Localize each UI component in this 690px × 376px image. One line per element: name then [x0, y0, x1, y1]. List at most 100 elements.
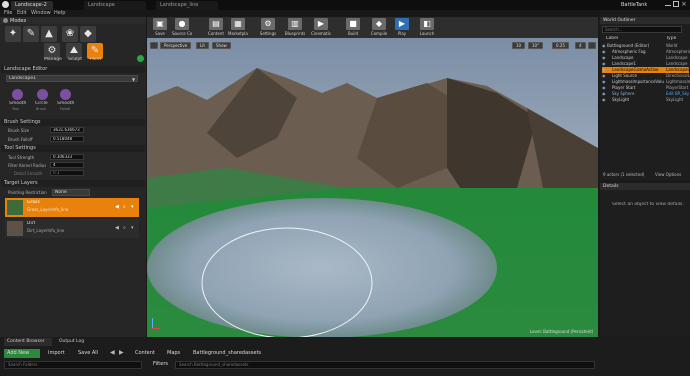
- search-folders-input[interactable]: Search Folders: [4, 361, 142, 369]
- path-content[interactable]: Content: [132, 349, 158, 358]
- save-button[interactable]: ▣ Save: [150, 17, 170, 38]
- content-button[interactable]: ▤ Content: [206, 17, 226, 38]
- circle-brush-icon[interactable]: [37, 89, 48, 100]
- close-icon[interactable]: ×: [681, 0, 687, 8]
- path-folder[interactable]: Battleground_sharedassets: [190, 349, 264, 358]
- landscape-mode-icon[interactable]: ▲: [41, 26, 57, 42]
- geometry-mode-icon[interactable]: ◆: [80, 26, 96, 42]
- maximize-viewport-icon[interactable]: [588, 42, 596, 49]
- toolbar-label: Launch: [419, 31, 435, 36]
- brush-settings-header[interactable]: Brush Settings: [1, 119, 145, 126]
- grass-options-icon[interactable]: ▾: [131, 204, 134, 210]
- grid-snap-value[interactable]: 10: [512, 42, 526, 49]
- camera-speed-value[interactable]: 4: [575, 42, 586, 49]
- menu-bar: [0, 10, 600, 17]
- brush-size-field[interactable]: 3631.636673: [50, 127, 84, 133]
- paint-mode-icon[interactable]: ✎: [23, 26, 39, 42]
- landscape-select[interactable]: Landscape1: [6, 75, 138, 82]
- tool-strength-field[interactable]: 0.306333: [50, 154, 84, 160]
- toolbar-label: Blueprints: [285, 31, 305, 36]
- grass-thumbnail: [7, 200, 23, 215]
- menu-window[interactable]: Window: [31, 10, 51, 17]
- import-button[interactable]: Import: [45, 349, 71, 358]
- tab-output-log[interactable]: Output Log: [56, 338, 96, 346]
- grass-find-icon[interactable]: ⌕: [123, 204, 126, 210]
- compile-button[interactable]: ◆ Compile: [369, 17, 389, 38]
- add-new-button[interactable]: Add New: [4, 349, 40, 358]
- target-layers-header[interactable]: Target Layers: [1, 180, 145, 187]
- detail-smooth-field[interactable]: 0.3: [50, 170, 84, 176]
- modes-panel: [0, 17, 146, 337]
- painting-restriction-select[interactable]: None: [52, 189, 90, 196]
- smooth-tool-icon[interactable]: [12, 89, 23, 100]
- tab-content-browser[interactable]: Content Browser: [4, 338, 52, 346]
- manage-label: Manage: [44, 57, 62, 62]
- tab-landscape[interactable]: Landscape: [84, 1, 146, 10]
- outliner-search-input[interactable]: Search...: [602, 26, 682, 33]
- show-button[interactable]: Show: [212, 42, 231, 49]
- back-icon[interactable]: ◀: [110, 349, 115, 356]
- forward-icon[interactable]: ▶: [119, 349, 124, 356]
- world-outliner-tab[interactable]: World Outliner: [600, 17, 690, 24]
- launch-button[interactable]: ◧ Launch: [417, 17, 437, 38]
- path-maps[interactable]: Maps: [164, 349, 183, 358]
- toolbar-label: Cinematics: [311, 31, 331, 36]
- tab-landscape-line[interactable]: Landscape_line: [156, 1, 218, 10]
- marketplace-button[interactable]: ▦Marketplace: [228, 17, 248, 38]
- dirt-options-icon[interactable]: ▾: [131, 225, 134, 231]
- play-button[interactable]: ▶ Play: [392, 17, 412, 38]
- detail-smooth-label: Detail Smooth: [14, 171, 43, 176]
- launch-icon: ◧: [420, 18, 434, 30]
- save-all-button[interactable]: Save All: [75, 349, 105, 358]
- cinematics-button[interactable]: ▶ Cinematics: [311, 17, 331, 38]
- status-ok-icon: [137, 55, 144, 62]
- tab-landscape-2[interactable]: Landscape-2: [11, 1, 53, 10]
- col-label-header[interactable]: Label: [606, 36, 618, 41]
- build-button[interactable]: ■ Build: [343, 17, 363, 38]
- rotation-snap-value[interactable]: 10°: [528, 42, 544, 49]
- maximize-icon[interactable]: [673, 1, 679, 7]
- lit-button[interactable]: Lit: [196, 42, 209, 49]
- menu-help[interactable]: Help: [54, 10, 65, 17]
- place-mode-icon[interactable]: ✦: [5, 26, 21, 42]
- details-tab[interactable]: Details: [600, 183, 690, 190]
- dirt-browse-icon[interactable]: ◀: [115, 225, 119, 231]
- unreal-logo-icon: [2, 1, 9, 8]
- filter-kernel-label: Filter Kernel Radius: [8, 163, 47, 168]
- dirt-layer-name: Dirt: [27, 221, 36, 226]
- outliner-row[interactable]: ◉ SkyLight SkyLight: [602, 97, 689, 103]
- search-assets-input[interactable]: Search Battleground_sharedassets: [175, 361, 595, 369]
- scale-snap-value[interactable]: 0.25: [552, 42, 569, 49]
- grass-browse-icon[interactable]: ◀: [115, 204, 119, 210]
- menu-file[interactable]: File: [4, 10, 12, 17]
- modes-icon: [3, 18, 8, 23]
- tool-settings-header[interactable]: Tool Settings: [1, 145, 145, 152]
- tool-label: Smooth: [9, 101, 27, 106]
- tool-sub: Tool: [12, 107, 19, 111]
- blueprints-button[interactable]: ▥ Blueprints: [285, 17, 305, 38]
- source-control-button[interactable]: ●Source Control: [172, 17, 192, 38]
- brush-falloff-field[interactable]: 0.518048: [50, 136, 84, 142]
- smooth-falloff-icon[interactable]: [60, 89, 71, 100]
- sculpt-label: Sculpt: [68, 57, 83, 62]
- perspective-button[interactable]: Perspective: [160, 42, 192, 49]
- menu-edit[interactable]: Edit: [17, 10, 27, 17]
- landscape-scene: [147, 38, 598, 337]
- filter-kernel-field[interactable]: 4: [50, 162, 84, 168]
- viewport-menu-icon[interactable]: [150, 42, 158, 49]
- toolbar-label: Settings: [259, 31, 277, 36]
- cinematics-icon: ▶: [314, 18, 328, 30]
- col-type-header[interactable]: Type: [666, 36, 676, 41]
- foliage-mode-icon[interactable]: ❀: [62, 26, 78, 42]
- outliner-status: 9 actors (1 selected): [603, 172, 645, 177]
- landscape-editor-header[interactable]: Landscape Editor: [1, 66, 145, 73]
- grass-layer-name: Grass: [27, 200, 40, 205]
- view-options-button[interactable]: View Options: [655, 172, 681, 177]
- minimize-icon[interactable]: [665, 2, 671, 6]
- filters-button[interactable]: Filters: [150, 360, 171, 368]
- visibility-eye-icon[interactable]: ◉: [602, 97, 606, 103]
- level-viewport[interactable]: [147, 38, 598, 337]
- dirt-find-icon[interactable]: ⌕: [123, 225, 126, 231]
- outliner-row-label: SkyLight: [612, 97, 630, 102]
- settings-button[interactable]: ⚙ Settings: [258, 17, 278, 38]
